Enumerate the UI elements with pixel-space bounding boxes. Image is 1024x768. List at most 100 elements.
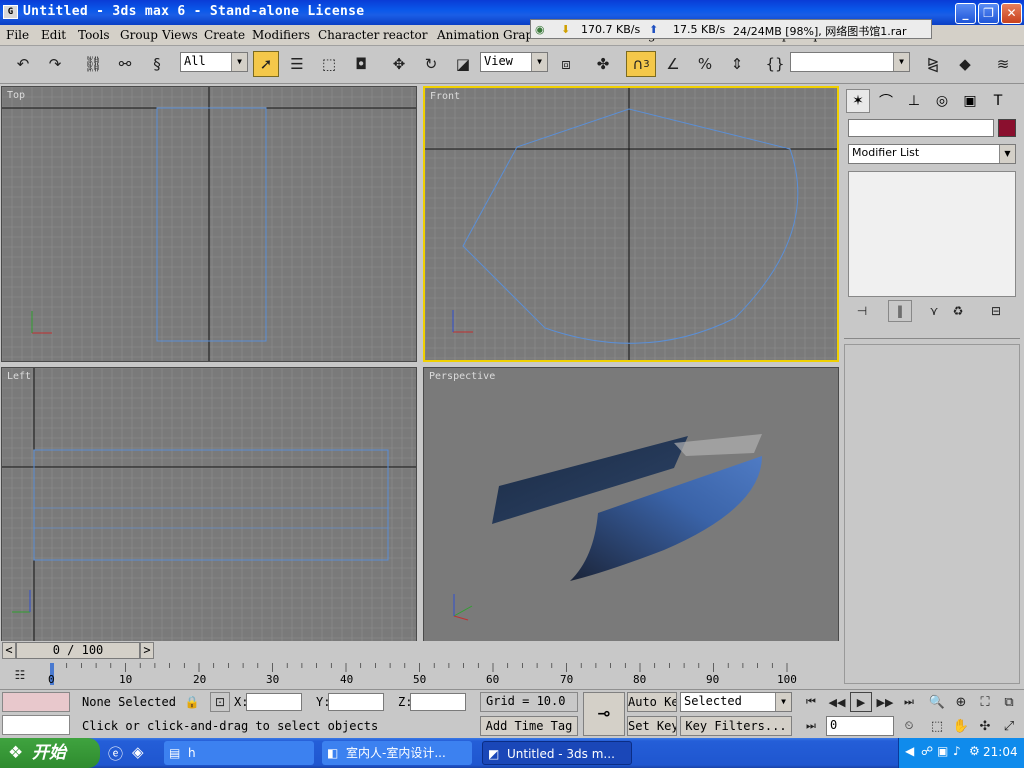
tray-app-icon[interactable]: ▣ <box>937 744 948 758</box>
bind-space-warp-icon[interactable]: § <box>144 51 170 77</box>
maxscript-listener-mini[interactable] <box>2 692 70 712</box>
create-tab-icon[interactable]: ✶ <box>846 89 870 113</box>
time-configuration-icon[interactable]: ⏲ <box>898 716 920 736</box>
add-time-tag-button[interactable]: Add Time Tag <box>480 716 578 736</box>
object-name-field[interactable] <box>848 119 994 137</box>
modifier-list-dropdown[interactable]: Modifier List ▼ <box>848 144 1016 164</box>
named-selection-dropdown[interactable]: ▼ <box>790 52 910 72</box>
viewport-label-front[interactable]: Front <box>430 91 460 102</box>
show-end-result-icon[interactable]: ‖ <box>888 300 912 322</box>
configure-modifier-sets-icon[interactable]: ⊟ <box>984 300 1008 322</box>
network-icon[interactable]: ☍ <box>921 744 933 758</box>
maximize-viewport-icon[interactable]: ⤢ <box>998 716 1020 736</box>
viewport-front[interactable]: Front <box>423 86 839 362</box>
key-mode-toggle-icon[interactable]: ⏭ <box>800 716 822 736</box>
maximize-button[interactable]: ❐ <box>978 3 999 24</box>
viewport-perspective[interactable]: Perspective <box>423 367 839 642</box>
key-filters-button[interactable]: Key Filters... <box>680 716 792 736</box>
open-mini-curve-editor-icon[interactable]: ☷ <box>8 665 32 685</box>
modifier-stack-list[interactable] <box>848 171 1016 297</box>
taskbar-item-browser[interactable]: ◧ 室内人-室内设计... <box>322 741 472 765</box>
time-prev-button[interactable]: < <box>2 642 16 659</box>
viewport-label-top[interactable]: Top <box>7 90 25 101</box>
window-crossing-icon[interactable]: ◘ <box>348 51 374 77</box>
menu-animation[interactable]: Animation <box>437 28 499 42</box>
pan-icon[interactable]: ✋ <box>950 716 972 736</box>
remove-modifier-icon[interactable]: ♻ <box>946 300 970 322</box>
viewport-label-left[interactable]: Left <box>7 371 31 382</box>
selection-filter-dropdown[interactable]: All ▼ <box>180 52 248 72</box>
tray-arrow-icon[interactable]: ◀ <box>905 744 914 758</box>
motion-tab-icon[interactable]: ◎ <box>930 89 954 113</box>
arc-rotate-icon[interactable]: ✣ <box>974 716 996 736</box>
previous-frame-icon[interactable]: ◀◀ <box>826 692 848 712</box>
app-icon[interactable]: G <box>3 5 18 19</box>
menu-modifiers[interactable]: Modifiers <box>252 28 310 42</box>
close-button[interactable]: ✕ <box>1001 3 1022 24</box>
menu-file[interactable]: File <box>6 28 29 42</box>
track-bar[interactable]: 0 10 20 30 40 50 60 70 80 90 100 <box>46 663 838 687</box>
set-key-icon[interactable]: ⊸ <box>583 692 625 736</box>
y-coordinate-field[interactable] <box>328 693 384 711</box>
menu-reactor[interactable]: reactor <box>383 28 428 42</box>
pivot-center-icon[interactable]: ⧈ <box>553 51 579 77</box>
current-frame-field[interactable]: 0 <box>826 716 894 736</box>
zoom-all-icon[interactable]: ⊕ <box>950 692 972 712</box>
unlink-icon[interactable]: ⚯ <box>112 51 138 77</box>
zoom-extents-icon[interactable]: ⛶ <box>974 692 996 712</box>
object-color-swatch[interactable] <box>998 119 1016 137</box>
x-coordinate-field[interactable] <box>246 693 302 711</box>
absolute-mode-icon[interactable]: ⊡ <box>210 692 230 712</box>
auto-key-button[interactable]: Auto Key <box>627 692 677 712</box>
menu-create[interactable]: Create <box>204 28 245 42</box>
pin-stack-icon[interactable]: ⊣ <box>850 300 874 322</box>
set-key-button[interactable]: Set Key <box>627 716 677 736</box>
snap-toggle-button[interactable]: ∩ 3 <box>626 51 656 77</box>
select-and-rotate-icon[interactable]: ↻ <box>418 51 444 77</box>
layer-manager-icon[interactable]: ≋ <box>990 51 1016 77</box>
menu-tools[interactable]: Tools <box>78 28 110 42</box>
next-frame-icon[interactable]: ▶▶ <box>874 692 896 712</box>
viewport-left[interactable]: Left <box>1 367 417 642</box>
go-to-end-icon[interactable]: ⏭ <box>898 692 920 712</box>
minimize-button[interactable]: _ <box>955 3 976 24</box>
select-object-icon[interactable]: ➚ <box>253 51 279 77</box>
reference-coordinate-dropdown[interactable]: View ▼ <box>480 52 548 72</box>
taskbar-item-3dsmax[interactable]: ◩ Untitled - 3ds m... <box>482 741 632 765</box>
mirror-icon[interactable]: ⧎ <box>920 51 946 77</box>
security-icon[interactable]: ⚙ <box>969 744 980 758</box>
utilities-tab-icon[interactable]: T <box>986 89 1010 113</box>
align-icon[interactable]: ◆ <box>952 51 978 77</box>
maxscript-input-mini[interactable] <box>2 715 70 735</box>
key-mode-dropdown[interactable]: Selected ▼ <box>680 692 792 712</box>
viewport-label-perspective[interactable]: Perspective <box>429 371 495 382</box>
select-by-name-icon[interactable]: ☰ <box>284 51 310 77</box>
zoom-extents-all-icon[interactable]: ⧉ <box>998 692 1020 712</box>
display-tab-icon[interactable]: ▣ <box>958 89 982 113</box>
z-coordinate-field[interactable] <box>410 693 466 711</box>
field-of-view-icon[interactable]: ⬚ <box>926 716 948 736</box>
percent-snap-icon[interactable]: % <box>692 51 718 77</box>
play-icon[interactable]: ▶ <box>850 692 872 712</box>
select-and-move-icon[interactable]: ✥ <box>386 51 412 77</box>
undo-icon[interactable]: ↶ <box>10 51 36 77</box>
time-next-button[interactable]: > <box>140 642 154 659</box>
lock-selection-icon[interactable]: 🔒 <box>182 692 202 712</box>
angle-snap-icon[interactable]: ∠ <box>660 51 686 77</box>
time-slider[interactable]: 0 / 100 <box>16 642 140 659</box>
quicklaunch-icon[interactable]: ◈ <box>132 743 152 763</box>
modify-tab-icon[interactable]: ⌒ <box>874 89 898 113</box>
go-to-start-icon[interactable]: ⏮ <box>800 692 822 712</box>
menu-views[interactable]: Views <box>162 28 198 42</box>
select-manipulate-icon[interactable]: ✤ <box>590 51 616 77</box>
ie-icon[interactable]: ⓔ <box>108 743 128 763</box>
edit-named-selection-icon[interactable]: {} <box>762 51 788 77</box>
start-button[interactable]: ❖ 开始 <box>0 738 100 768</box>
redo-icon[interactable]: ↷ <box>42 51 68 77</box>
volume-icon[interactable]: ♪ <box>953 744 961 758</box>
taskbar-item-folder[interactable]: ▤ h <box>164 741 314 765</box>
make-unique-icon[interactable]: ⋎ <box>922 300 946 322</box>
menu-edit[interactable]: Edit <box>41 28 66 42</box>
zoom-icon[interactable]: 🔍 <box>926 692 948 712</box>
spinner-snap-icon[interactable]: ⇕ <box>724 51 750 77</box>
